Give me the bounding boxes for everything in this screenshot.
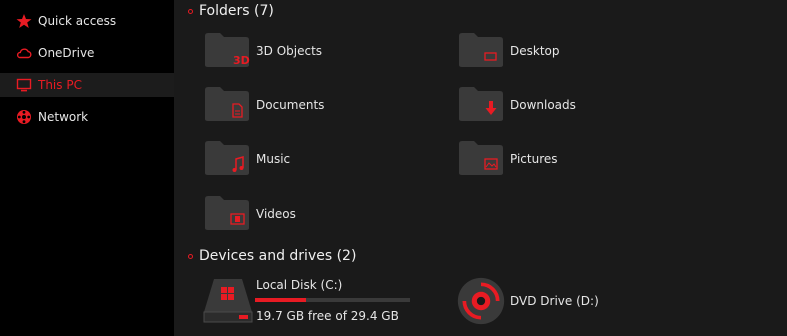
folder-label: Videos [256, 207, 296, 221]
3d-objects-icon: 3D [205, 33, 250, 67]
nav-item-network[interactable]: Network [0, 105, 174, 129]
folder-downloads[interactable]: Downloads [428, 86, 678, 132]
nav-item-this-pc[interactable]: This PC [0, 73, 174, 97]
folder-desktop[interactable]: Desktop [428, 32, 678, 78]
folder-music[interactable]: Music [174, 140, 424, 186]
folder-label: Downloads [510, 98, 576, 112]
music-icon [205, 141, 249, 175]
documents-icon [205, 87, 249, 121]
cloud-icon [16, 48, 32, 59]
nav-item-label: OneDrive [38, 46, 95, 60]
drive-label: Local Disk (C:) [256, 278, 343, 292]
svg-text:3D: 3D [233, 54, 250, 67]
monitor-icon [16, 78, 32, 92]
section-title: Devices and drives (2) [199, 248, 357, 264]
drive-label: DVD Drive (D:) [510, 294, 599, 308]
folder-videos[interactable]: Videos [174, 195, 424, 241]
videos-icon [205, 196, 249, 230]
nav-item-onedrive[interactable]: OneDrive [0, 41, 174, 65]
drive-dvd-d[interactable]: DVD Drive (D:) [454, 274, 674, 328]
drive-free-space: 19.7 GB free of 29.4 GB [256, 309, 399, 323]
folder-label: Documents [256, 98, 325, 112]
hard-disk-icon [203, 279, 253, 323]
nav-item-label: This PC [38, 78, 82, 92]
downloads-icon [459, 87, 503, 121]
network-icon [17, 110, 31, 124]
dvd-drive-icon [457, 277, 505, 325]
navigation-pane: Quick access OneDrive This PC Network [0, 0, 174, 336]
drive-usage-fill [255, 298, 307, 302]
nav-item-quick-access[interactable]: Quick access [0, 9, 174, 33]
desktop-icon [459, 33, 503, 67]
nav-item-label: Network [38, 110, 89, 124]
folder-3d-objects[interactable]: 3D 3D Objects [174, 32, 424, 78]
folder-label: Pictures [510, 152, 558, 166]
nav-item-label: Quick access [38, 14, 117, 28]
pictures-icon [459, 141, 503, 175]
drive-usage-bar [255, 298, 410, 302]
folder-label: Music [256, 152, 291, 166]
folder-pictures[interactable]: Pictures [428, 140, 678, 186]
section-title: Folders (7) [199, 3, 274, 19]
folder-label: Desktop [510, 44, 560, 58]
star-icon [16, 14, 32, 28]
collapse-chevron-icon [188, 254, 193, 259]
folder-documents[interactable]: Documents [174, 86, 424, 132]
folder-label: 3D Objects [256, 44, 323, 58]
collapse-chevron-icon [188, 9, 193, 14]
